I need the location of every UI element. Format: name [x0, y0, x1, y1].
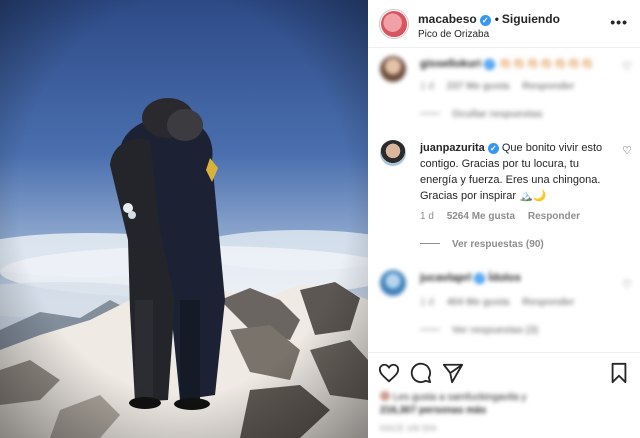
comment-meta: 1 d 404 Me gusta Responder	[420, 297, 585, 308]
post-details-panel: macabeso ✓ • Siguiendo Pico de Orizaba ••• …	[368, 0, 640, 438]
likes-summary[interactable]: Les gusta a samfuckingavila y 216,307 pe…	[380, 391, 526, 417]
divider	[420, 243, 440, 244]
reply-button[interactable]: Responder	[528, 211, 580, 222]
comment-username[interactable]: juanpazurita	[420, 142, 485, 154]
view-replies-button[interactable]: Ver respuestas (90)	[420, 239, 544, 250]
avatar	[380, 391, 390, 401]
replies-label: Ocultar respuestas	[452, 109, 543, 120]
post-header: macabeso ✓ • Siguiendo Pico de Orizaba •••	[368, 0, 640, 48]
comment-time[interactable]: 1 d	[420, 297, 434, 308]
post-timestamp[interactable]: HACE UN DÍA	[380, 424, 437, 433]
verified-icon: ✓	[479, 15, 491, 26]
heart-icon[interactable]: ♡	[622, 278, 632, 291]
comment-likes[interactable]: 404 Me gusta	[447, 297, 510, 308]
comment-item: gissellokuri ✓ 👏🏻👏🏻👏🏻👏🏻👏🏻👏🏻👏🏻 ♡ 1 d 237 M…	[380, 56, 632, 126]
verified-icon: ✓	[474, 273, 486, 284]
comment-meta: 1 d 237 Me gusta Responder	[420, 81, 585, 92]
comment-icon[interactable]	[410, 362, 432, 384]
avatar[interactable]	[380, 140, 406, 166]
likes-line-2: 216,307 personas más	[380, 405, 487, 416]
comment-time[interactable]: 1 d	[420, 211, 434, 222]
comment-item: juanpazurita ✓ Que bonito vivir esto cont…	[380, 140, 632, 252]
comment-meta: 1 d 5264 Me gusta Responder	[420, 211, 590, 222]
replies-label: Ver respuestas (90)	[452, 239, 544, 250]
comment-time[interactable]: 1 d	[420, 81, 434, 92]
avatar[interactable]	[380, 56, 406, 82]
hide-replies-button[interactable]: Ocultar respuestas	[420, 109, 543, 120]
comment-likes[interactable]: 237 Me gusta	[447, 81, 510, 92]
verified-icon: ✓	[487, 143, 499, 154]
heart-icon[interactable]	[378, 362, 400, 384]
comment-text: gissellokuri ✓ 👏🏻👏🏻👏🏻👏🏻👏🏻👏🏻👏🏻	[420, 56, 616, 72]
bookmark-icon[interactable]	[608, 362, 630, 384]
heart-icon[interactable]: ♡	[622, 144, 632, 157]
location-link[interactable]: Pico de Orizaba	[418, 29, 489, 40]
likes-line-1: Les gusta a samfuckingavila y	[393, 392, 527, 403]
comment-text: juanpazurita ✓ Que bonito vivir esto cont…	[420, 140, 616, 204]
following-button[interactable]: Siguiendo	[502, 12, 560, 26]
reply-button[interactable]: Responder	[522, 81, 574, 92]
replies-label: Ver respuestas (3)	[452, 325, 539, 336]
comment-message: 👏🏻👏🏻👏🏻👏🏻👏🏻👏🏻👏🏻	[498, 58, 595, 70]
mountain-summit-photo	[0, 0, 368, 438]
heart-icon[interactable]: ♡	[622, 60, 632, 73]
comment-username[interactable]: gissellokuri	[420, 58, 481, 70]
view-replies-button[interactable]: Ver respuestas (3)	[420, 325, 538, 336]
avatar[interactable]	[380, 10, 408, 38]
divider	[420, 113, 440, 114]
verified-icon: ✓	[484, 59, 496, 70]
avatar[interactable]	[380, 270, 406, 296]
comment-text: jucavlaprl ✓ Ídolos	[420, 270, 616, 286]
username-link[interactable]: macabeso	[418, 12, 477, 26]
post-photo[interactable]	[0, 0, 368, 438]
separator-dot: •	[494, 12, 499, 26]
comment-username[interactable]: jucavlaprl	[420, 272, 471, 284]
ellipsis-icon[interactable]: •••	[610, 14, 628, 30]
comment-likes[interactable]: 5264 Me gusta	[447, 211, 515, 222]
divider	[420, 329, 440, 330]
reply-button[interactable]: Responder	[522, 297, 574, 308]
comment-item: jucavlaprl ✓ Ídolos ♡ 1 d 404 Me gusta Re…	[380, 270, 632, 342]
send-icon[interactable]	[442, 362, 464, 384]
post-author: macabeso ✓ • Siguiendo	[418, 12, 560, 26]
comment-message: Ídolos	[488, 272, 521, 284]
